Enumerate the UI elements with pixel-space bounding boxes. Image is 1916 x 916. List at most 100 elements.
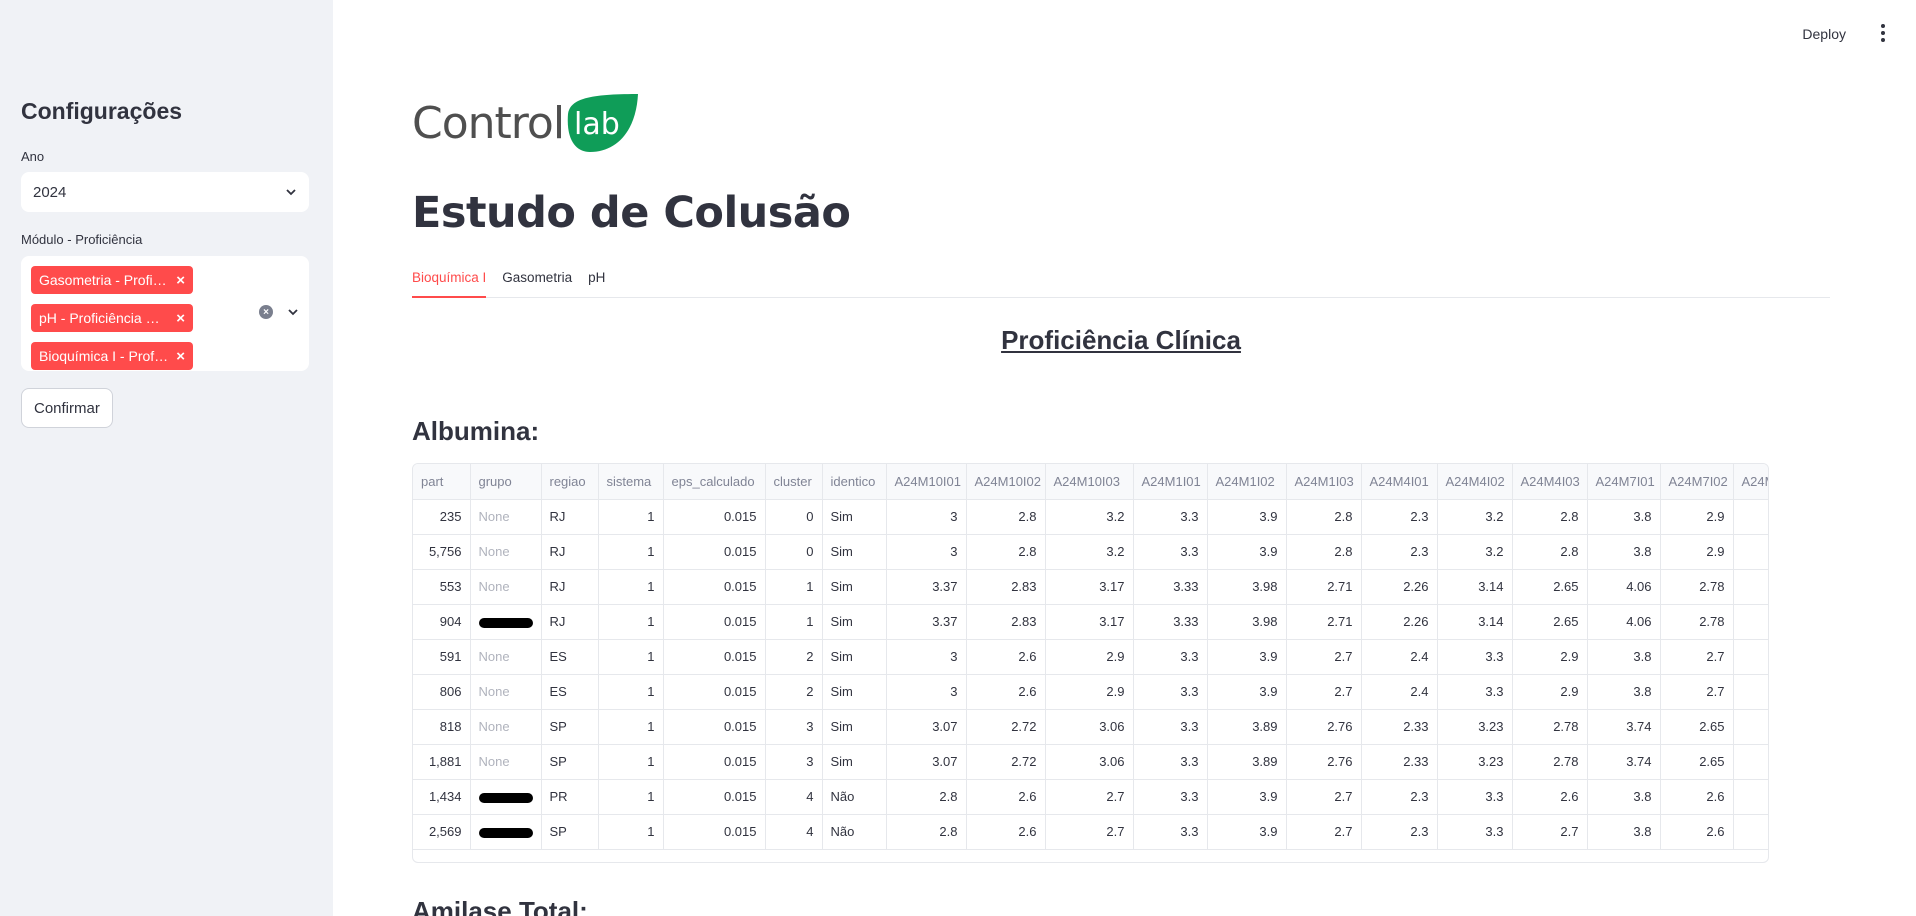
table-cell[interactable]: 2.6 <box>1733 814 1768 850</box>
table-cell[interactable]: 2.72 <box>966 744 1046 780</box>
table-cell[interactable]: 3.98 <box>1207 569 1287 605</box>
table-cell[interactable]: 3.74 <box>1587 709 1661 745</box>
remove-tag-icon[interactable]: × <box>176 348 185 365</box>
table-cell[interactable]: 0 <box>765 499 823 535</box>
table-cell[interactable]: 2.7 <box>1286 674 1362 710</box>
table-cell[interactable]: 3.2 <box>1045 534 1134 570</box>
table-cell[interactable]: 2.76 <box>1286 744 1362 780</box>
table-cell[interactable]: 2.65 <box>1660 709 1734 745</box>
more-options-icon[interactable] <box>1880 24 1886 42</box>
table-cell[interactable]: ES <box>541 639 599 675</box>
table-cell[interactable] <box>470 604 542 640</box>
table-cell[interactable]: 806 <box>413 674 471 710</box>
table-cell[interactable]: 818 <box>413 709 471 745</box>
table-cell[interactable]: 1 <box>765 569 823 605</box>
table-cell[interactable]: 235 <box>413 499 471 535</box>
column-header[interactable]: A24M4I03 <box>1512 464 1588 500</box>
module-tag[interactable]: pH - Proficiência Clínica × <box>31 304 193 332</box>
module-tag[interactable]: Bioquímica I - Proficiência Clínica × <box>31 342 193 370</box>
tab-ph[interactable]: pH <box>588 268 605 298</box>
table-cell[interactable]: 3.14 <box>1437 604 1513 640</box>
table-cell[interactable]: 2.9 <box>1660 534 1734 570</box>
table-cell[interactable]: 2.9 <box>1045 674 1134 710</box>
table-cell[interactable]: 1,881 <box>413 744 471 780</box>
column-header[interactable]: A24M1I03 <box>1286 464 1362 500</box>
table-cell[interactable]: 2.8 <box>886 779 967 815</box>
table-cell[interactable]: 0.015 <box>663 709 766 745</box>
table-cell[interactable]: 2.9 <box>1660 499 1734 535</box>
table-cell[interactable]: 2.9 <box>1045 639 1134 675</box>
table-cell[interactable]: 2.9 <box>1512 639 1588 675</box>
table-cell[interactable]: 3.3 <box>1133 814 1208 850</box>
table-cell[interactable]: 3.37 <box>886 569 967 605</box>
table-cell[interactable]: 3 <box>765 709 823 745</box>
table-cell[interactable]: SP <box>541 814 599 850</box>
table-cell[interactable]: 3.17 <box>1045 569 1134 605</box>
column-header[interactable]: cluster <box>765 464 823 500</box>
column-header[interactable]: identico <box>822 464 887 500</box>
table-cell[interactable]: Sim <box>822 604 887 640</box>
table-cell[interactable]: 3.3 <box>1437 814 1513 850</box>
table-cell[interactable]: 4.54 <box>1733 604 1768 640</box>
table-cell[interactable]: 2.26 <box>1361 569 1438 605</box>
table-cell[interactable]: 2.6 <box>966 639 1046 675</box>
table-cell[interactable]: 2.65 <box>1660 744 1734 780</box>
table-cell[interactable]: PR <box>541 779 599 815</box>
table-cell[interactable]: 1 <box>598 814 664 850</box>
table-cell[interactable]: 4 <box>765 814 823 850</box>
table-cell[interactable]: 2.6 <box>1660 779 1734 815</box>
table-cell[interactable]: 2.8 <box>886 814 967 850</box>
column-header[interactable]: A24M10I01 <box>886 464 967 500</box>
table-cell[interactable]: 1,434 <box>413 779 471 815</box>
table-cell[interactable] <box>470 814 542 850</box>
table-cell[interactable]: 3.2 <box>1437 499 1513 535</box>
table-cell[interactable]: 2.78 <box>1512 744 1588 780</box>
table-cell[interactable]: 2.8 <box>966 534 1046 570</box>
column-header[interactable]: A24M1I02 <box>1207 464 1287 500</box>
table-cell[interactable]: 553 <box>413 569 471 605</box>
table-cell[interactable]: 0.015 <box>663 534 766 570</box>
column-header[interactable]: A24M4I01 <box>1361 464 1438 500</box>
table-cell[interactable]: 1 <box>598 499 664 535</box>
table-cell[interactable]: 2.7 <box>1660 674 1734 710</box>
table-cell[interactable]: 3.9 <box>1207 534 1287 570</box>
table-cell[interactable]: 3.3 <box>1133 534 1208 570</box>
table-cell[interactable]: 2.72 <box>966 709 1046 745</box>
table-cell[interactable] <box>470 779 542 815</box>
table-cell[interactable]: 2.6 <box>966 674 1046 710</box>
table-cell[interactable]: 1 <box>598 709 664 745</box>
column-header[interactable]: A24M7I02 <box>1660 464 1734 500</box>
table-cell[interactable]: 2.8 <box>1512 534 1588 570</box>
table-cell[interactable]: Sim <box>822 569 887 605</box>
table-cell[interactable]: Não <box>822 779 887 815</box>
table-cell[interactable]: None <box>470 569 542 605</box>
column-header[interactable]: A24M1I01 <box>1133 464 1208 500</box>
table-cell[interactable]: Sim <box>822 674 887 710</box>
table-cell[interactable]: 3.8 <box>1587 534 1661 570</box>
table-cell[interactable]: 2.7 <box>1733 639 1768 675</box>
remove-tag-icon[interactable]: × <box>176 272 185 289</box>
table-cell[interactable]: 2.7 <box>1045 779 1134 815</box>
column-header[interactable]: A24M7I03 <box>1733 464 1768 500</box>
table-cell[interactable]: None <box>470 674 542 710</box>
table-cell[interactable]: 2,569 <box>413 814 471 850</box>
table-cell[interactable]: 3.98 <box>1207 604 1287 640</box>
table-cell[interactable]: 3 <box>886 534 967 570</box>
table-cell[interactable]: 3.06 <box>1045 709 1134 745</box>
table-cell[interactable]: 3 <box>765 744 823 780</box>
year-select[interactable]: 2024 <box>21 172 309 212</box>
confirm-button[interactable]: Confirmar <box>21 388 113 428</box>
table-cell[interactable]: 3.9 <box>1207 779 1287 815</box>
table-cell[interactable]: 3.3 <box>1133 499 1208 535</box>
table-cell[interactable]: 2.8 <box>1512 499 1588 535</box>
table-cell[interactable]: None <box>470 744 542 780</box>
table-cell[interactable]: 2.3 <box>1361 499 1438 535</box>
table-cell[interactable]: 0.015 <box>663 744 766 780</box>
table-cell[interactable]: 3.9 <box>1207 814 1287 850</box>
table-cell[interactable]: Sim <box>822 744 887 780</box>
albumina-table[interactable]: part grupo regiao sistema eps_calculado clust… <box>412 463 1769 863</box>
table-cell[interactable]: 2.33 <box>1361 744 1438 780</box>
table-cell[interactable]: 1 <box>765 604 823 640</box>
table-cell[interactable]: 3.33 <box>1133 604 1208 640</box>
table-row[interactable]: 806 None ES 1 0.015 2 Sim 3 2.6 2.9 3.3 3.9 2.7 2.4 3.… <box>413 674 1768 710</box>
